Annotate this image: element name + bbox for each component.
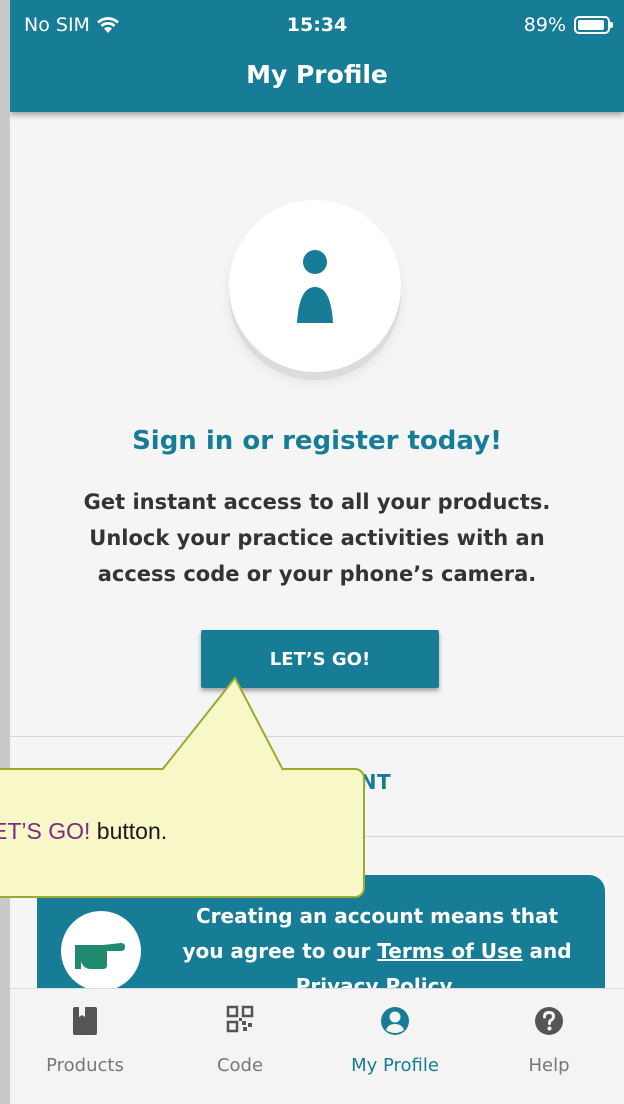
callout-pointer xyxy=(161,676,284,771)
